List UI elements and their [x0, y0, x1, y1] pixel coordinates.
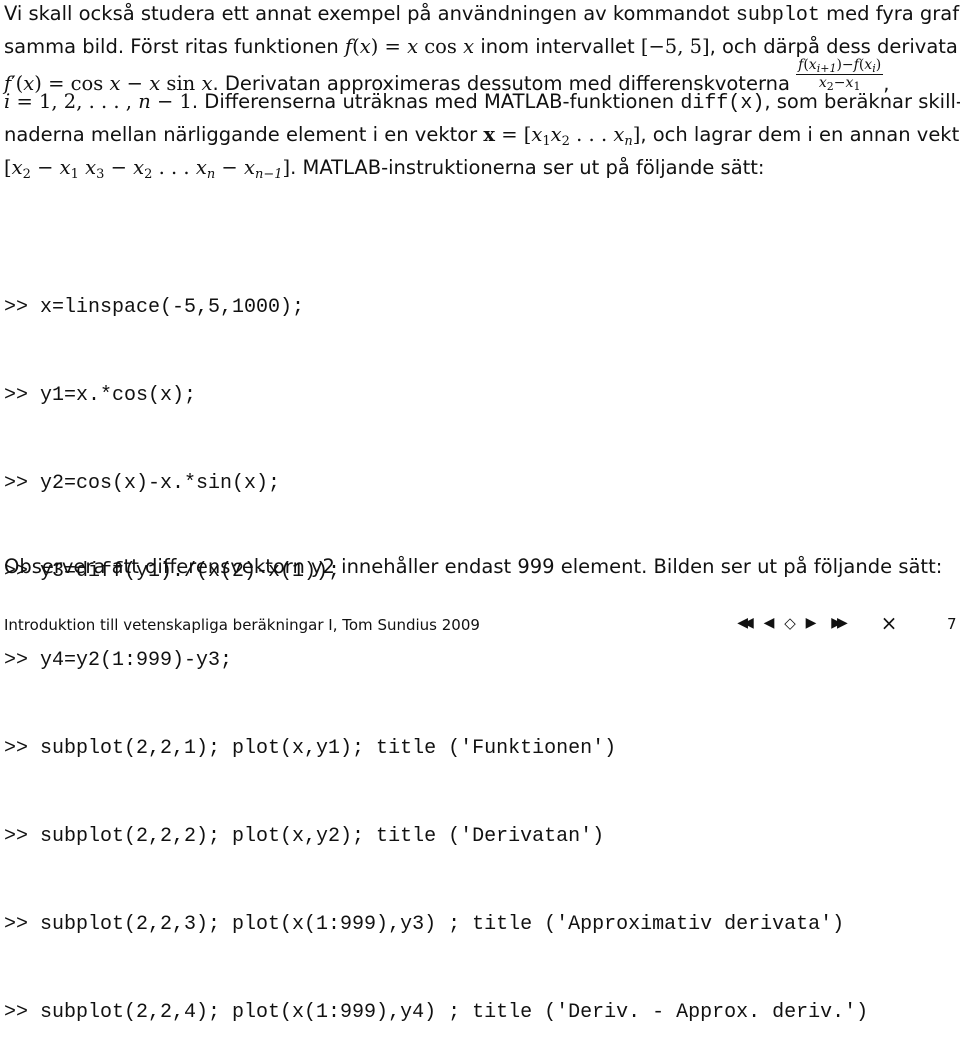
math-interval: [−5, 5] [640, 35, 710, 58]
last-slide-icon[interactable]: ▶▶ [822, 615, 852, 631]
text: , som beräknar skill- [764, 90, 960, 113]
math: x [531, 123, 543, 146]
math: − 1 [150, 90, 192, 113]
text: med fyra grafer i [826, 2, 960, 25]
code-line: >> y2=cos(x)-x.*sin(x); [4, 472, 281, 496]
footer-course-title: Introduktion till vetenskapliga beräknin… [4, 616, 480, 634]
fraction-denominator: x2−x1 [818, 75, 861, 93]
paragraph-line-1: Vi skall också studera ett annat exempel… [4, 2, 960, 27]
paragraph-line-2: samma bild. Först ritas funktionen f(x) … [4, 35, 958, 58]
next-slide-icon[interactable]: ▶ [800, 615, 822, 631]
text: inom intervallet [474, 35, 641, 58]
code-line: >> subplot(2,2,3); plot(x(1:999),y3) ; t… [4, 913, 845, 937]
math: ) = [370, 35, 408, 58]
code-line: >> subplot(2,2,1); plot(x,y1); title ('F… [4, 736, 617, 760]
previous-slide-icon[interactable]: ◀ [758, 615, 780, 631]
text: , och därpå dess derivata [709, 35, 958, 58]
code-line: >> subplot(2,2,2); plot(x,y2); title ('D… [4, 825, 605, 849]
paragraph-line-6: [x2 − x1 x3 − x2 . . . xn − xn−1]. MATLA… [4, 156, 765, 182]
math-difference-vector: [ [4, 156, 12, 179]
text: . MATLAB-instruktionerna ser ut på följa… [290, 156, 765, 179]
page-number: 7 [947, 615, 957, 633]
home-diamond-icon[interactable]: ◇ [780, 614, 800, 632]
code-line: >> y4=y2(1:999)-y3; [4, 648, 233, 672]
math: ( [352, 35, 360, 58]
paragraph-observation: Observera att differensvektorn y2 innehå… [4, 555, 943, 578]
inline-code-diff: diff(x) [680, 92, 765, 115]
text: Vi skall också studera ett annat exempel… [4, 2, 736, 25]
code-line: >> y1=x.*cos(x); [4, 384, 197, 408]
text: samma bild. Först ritas funktionen [4, 35, 345, 58]
close-icon[interactable]: × [874, 611, 904, 635]
text: . Differenserna uträknas med MATLAB-funk… [191, 90, 681, 113]
math: = [ [495, 123, 532, 146]
text: , och lagrar dem i en annan vektor: [640, 123, 960, 146]
slide-navigation: ◀◀ ◀ ◇ ▶ ▶▶ × [728, 611, 904, 635]
fraction-numerator: f(xi+1)−f(xi) [796, 57, 884, 75]
math: x [359, 35, 371, 58]
math: cos [418, 35, 464, 58]
math: = 1, 2, . . . , [10, 90, 139, 113]
code-line: >> x=linspace(-5,5,1000); [4, 295, 305, 319]
paragraph-line-4: i = 1, 2, . . . , n − 1. Differenserna u… [4, 90, 960, 115]
math: n [138, 90, 151, 113]
text: naderna mellan närliggande element i en … [4, 123, 484, 146]
first-slide-icon[interactable]: ◀◀ [728, 615, 758, 631]
difference-quotient-fraction: f(xi+1)−f(xi) x2−x1 [796, 57, 884, 93]
matlab-code-block: >> x=linspace(-5,5,1000); >> y1=x.*cos(x… [4, 234, 868, 1057]
code-line: >> subplot(2,2,4); plot(x(1:999),y4) ; t… [4, 1001, 869, 1025]
math-vector-x: x [483, 123, 496, 146]
math: x [463, 35, 475, 58]
math: x [407, 35, 419, 58]
inline-code-subplot: subplot [735, 4, 820, 27]
paragraph-line-5: naderna mellan närliggande element i en … [4, 123, 960, 148]
